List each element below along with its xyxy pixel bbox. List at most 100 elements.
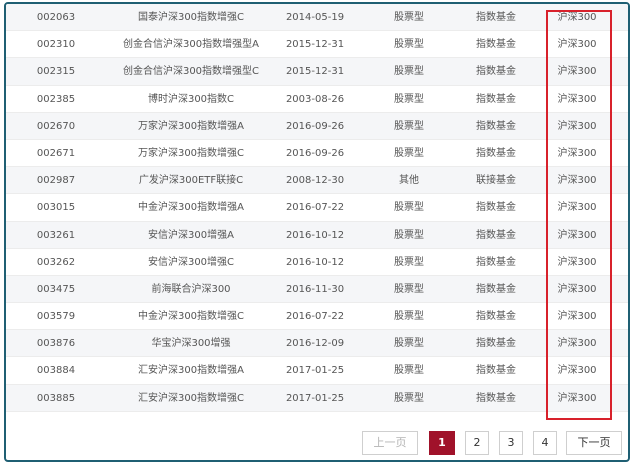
fund-code-cell: 002385 [36, 93, 76, 105]
prev-page-button[interactable]: 上一页 [362, 431, 418, 455]
fund-code-cell: 002063 [36, 12, 76, 23]
fund-code-cell: 002310 [36, 39, 76, 51]
table-row: 002310 创金合信沪深300指数增强型A 2015-12-31 股票型 指数基金 沪深… [6, 31, 628, 59]
fund-code-cell: 003015 [36, 202, 76, 214]
fund-code-cell: 003885 [36, 392, 76, 404]
fund-category-cell: 指数基金 [476, 365, 516, 377]
fund-code-cell: 003261 [36, 229, 76, 241]
fund-index-cell: 沪深300 [557, 338, 597, 350]
fund-category-cell: 指数基金 [476, 202, 516, 214]
fund-index-cell: 沪深300 [557, 311, 597, 323]
fund-date-cell: 2003-08-26 [285, 93, 345, 105]
fund-category-cell: 指数基金 [476, 256, 516, 268]
fund-code-cell: 003475 [36, 283, 76, 295]
fund-type-cell: 股票型 [394, 338, 424, 350]
fund-date-cell: 2014-05-19 [285, 12, 345, 23]
fund-date-cell: 2016-09-26 [285, 120, 345, 132]
fund-name-cell[interactable]: 华宝沪深300增强 [106, 330, 276, 357]
fund-name-cell[interactable]: 安信沪深300增强A [106, 222, 276, 249]
table-row: 003876 华宝沪深300增强 2016-12-09 股票型 指数基金 沪深300 [6, 330, 628, 358]
fund-type-cell: 股票型 [394, 202, 424, 214]
fund-index-cell: 沪深300 [557, 256, 597, 268]
fund-table: 002063 国泰沪深300指数增强C 2014-05-19 股票型 指数基金 沪深300… [6, 4, 628, 412]
table-row: 002670 万家沪深300指数增强A 2016-09-26 股票型 指数基金 沪深300 [6, 112, 628, 140]
fund-type-cell: 股票型 [394, 93, 424, 105]
fund-name-cell[interactable]: 万家沪深300指数增强A [106, 113, 276, 140]
table-row: 003884 汇安沪深300指数增强A 2017-01-25 股票型 指数基金 沪深300 [6, 357, 628, 385]
fund-type-cell: 股票型 [394, 256, 424, 268]
fund-type-cell: 股票型 [394, 283, 424, 295]
fund-type-cell: 其他 [399, 175, 419, 187]
fund-index-cell: 沪深300 [557, 392, 597, 404]
fund-category-cell: 指数基金 [476, 120, 516, 132]
fund-code-cell: 003884 [36, 365, 76, 377]
table-row: 003015 中金沪深300指数增强A 2016-07-22 股票型 指数基金 沪深300 [6, 194, 628, 222]
fund-date-cell: 2015-12-31 [285, 66, 345, 78]
table-row: 003885 汇安沪深300指数增强C 2017-01-25 股票型 指数基金 沪深300 [6, 384, 628, 412]
table-row: 003262 安信沪深300增强C 2016-10-12 股票型 指数基金 沪深300 [6, 249, 628, 276]
fund-type-cell: 股票型 [394, 120, 424, 132]
fund-code-cell: 003262 [36, 256, 76, 268]
table-row: 003579 中金沪深300指数增强C 2016-07-22 股票型 指数基金 沪深300 [6, 303, 628, 331]
fund-date-cell: 2015-12-31 [285, 39, 345, 51]
fund-name-cell[interactable]: 万家沪深300指数增强C [106, 140, 276, 167]
fund-index-cell: 沪深300 [557, 66, 597, 78]
fund-code-cell: 002670 [36, 120, 76, 132]
fund-index-cell: 沪深300 [557, 365, 597, 377]
fund-date-cell: 2016-10-12 [285, 256, 345, 268]
fund-date-cell: 2016-11-30 [285, 283, 345, 295]
table-row: 002987 广发沪深300ETF联接C 2008-12-30 其他 联接基金 沪深300 [6, 167, 628, 195]
fund-category-cell: 指数基金 [476, 392, 516, 404]
fund-type-cell: 股票型 [394, 147, 424, 159]
table-row: 002385 博时沪深300指数C 2003-08-26 股票型 指数基金 沪深300 [6, 86, 628, 113]
fund-index-cell: 沪深300 [557, 12, 597, 23]
fund-category-cell: 指数基金 [476, 93, 516, 105]
fund-name-cell[interactable]: 中金沪深300指数增强C [106, 303, 276, 330]
page-2-button[interactable]: 2 [465, 431, 489, 455]
fund-type-cell: 股票型 [394, 392, 424, 404]
fund-name-cell[interactable]: 前海联合沪深300 [106, 276, 276, 303]
fund-date-cell: 2016-12-09 [285, 338, 345, 350]
table-row: 002315 创金合信沪深300指数增强型C 2015-12-31 股票型 指数基金 沪深… [6, 58, 628, 86]
fund-name-cell[interactable]: 创金合信沪深300指数增强型C [106, 58, 276, 85]
page-1-button[interactable]: 1 [429, 431, 455, 455]
fund-index-cell: 沪深300 [557, 175, 597, 187]
fund-name-cell[interactable]: 广发沪深300ETF联接C [106, 167, 276, 194]
fund-type-cell: 股票型 [394, 66, 424, 78]
fund-date-cell: 2016-07-22 [285, 202, 345, 214]
fund-name-cell[interactable]: 中金沪深300指数增强A [106, 194, 276, 221]
fund-index-cell: 沪深300 [557, 229, 597, 241]
fund-date-cell: 2008-12-30 [285, 175, 345, 187]
fund-index-cell: 沪深300 [557, 147, 597, 159]
fund-category-cell: 指数基金 [476, 283, 516, 295]
page-4-button[interactable]: 4 [533, 431, 557, 455]
fund-date-cell: 2016-10-12 [285, 229, 345, 241]
table-row: 003261 安信沪深300增强A 2016-10-12 股票型 指数基金 沪深300 [6, 221, 628, 249]
fund-category-cell: 指数基金 [476, 66, 516, 78]
fund-type-cell: 股票型 [394, 39, 424, 51]
fund-index-cell: 沪深300 [557, 202, 597, 214]
fund-index-cell: 沪深300 [557, 39, 597, 51]
fund-category-cell: 指数基金 [476, 229, 516, 241]
fund-type-cell: 股票型 [394, 12, 424, 23]
fund-name-cell[interactable]: 博时沪深300指数C [106, 86, 276, 113]
page-3-button[interactable]: 3 [499, 431, 523, 455]
fund-category-cell: 指数基金 [476, 39, 516, 51]
fund-name-cell[interactable]: 安信沪深300增强C [106, 249, 276, 276]
fund-index-cell: 沪深300 [557, 283, 597, 295]
fund-name-cell[interactable]: 创金合信沪深300指数增强型A [106, 31, 276, 58]
fund-name-cell[interactable]: 汇安沪深300指数增强A [106, 357, 276, 384]
fund-code-cell: 002315 [36, 66, 76, 78]
fund-date-cell: 2017-01-25 [285, 365, 345, 377]
next-page-button[interactable]: 下一页 [566, 431, 622, 455]
fund-code-cell: 003579 [36, 311, 76, 323]
table-row: 002063 国泰沪深300指数增强C 2014-05-19 股票型 指数基金 沪深300 [6, 4, 628, 32]
fund-name-cell[interactable]: 汇安沪深300指数增强C [106, 385, 276, 412]
fund-code-cell: 002671 [36, 147, 76, 159]
fund-type-cell: 股票型 [394, 365, 424, 377]
fund-code-cell: 002987 [36, 175, 76, 187]
fund-category-cell: 指数基金 [476, 147, 516, 159]
fund-type-cell: 股票型 [394, 311, 424, 323]
fund-name-cell[interactable]: 国泰沪深300指数增强C [106, 4, 276, 31]
fund-date-cell: 2016-09-26 [285, 147, 345, 159]
